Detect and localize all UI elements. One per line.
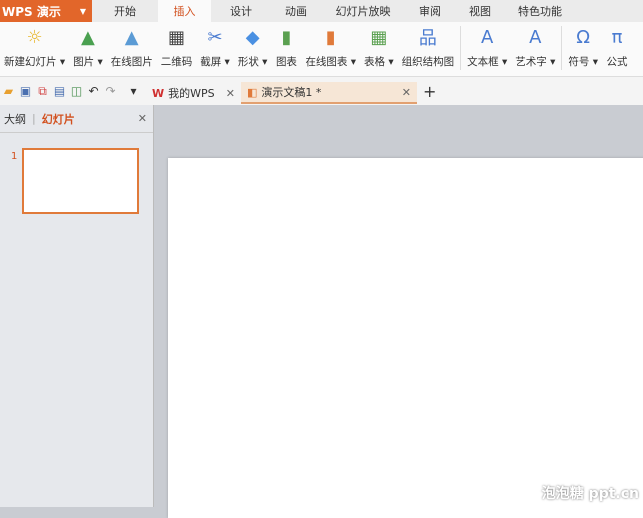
org-chart-icon: 品 [418, 28, 437, 49]
formula-button[interactable]: π 公式 [606, 26, 628, 69]
undo-icon[interactable]: ↶ [85, 84, 102, 98]
print-icon[interactable]: ▤ [51, 84, 68, 98]
export-pdf-icon[interactable]: ⧉ [34, 84, 51, 99]
button-label: 组织结构图 [401, 56, 455, 68]
slides-panel: 大纲 | 幻灯片 ✕ 1 [0, 105, 154, 507]
tab-6[interactable]: 视图 [455, 0, 505, 22]
tab-outline[interactable]: 大纲 [4, 111, 26, 127]
wordart-icon: A [529, 26, 542, 48]
slide-canvas[interactable] [168, 158, 643, 518]
button-label: 符号 ▾ [568, 56, 598, 68]
close-icon[interactable]: ✕ [402, 86, 411, 99]
slide-thumbnail[interactable] [22, 148, 139, 214]
divider: | [32, 112, 36, 125]
shape-icon: ◆ [245, 26, 260, 48]
divider [460, 26, 462, 70]
app-menu-button[interactable]: WPS 演示 ▼ [0, 0, 92, 22]
textbox-icon: A [481, 26, 494, 48]
tab-label: 演示文稿1 * [261, 86, 322, 99]
save-icon[interactable]: ▣ [17, 84, 34, 98]
customize-icon[interactable]: ▾ [125, 84, 142, 98]
button-label: 表格 ▾ [364, 56, 394, 68]
chart-icon: ▮ [281, 26, 292, 48]
tab-0[interactable]: 开始 [92, 0, 158, 22]
online-chart-icon: ▮ [325, 26, 336, 48]
slide-number: 1 [11, 151, 18, 162]
qrcode-button[interactable]: ▦ 二维码 [161, 26, 193, 69]
table-icon: ▦ [370, 26, 388, 48]
button-label: 在线图片 [110, 56, 153, 68]
org-chart-button[interactable]: 品组织结构图 [402, 26, 455, 69]
tab-slides[interactable]: 幻灯片 [42, 111, 75, 127]
presentation-file-icon: ◧ [247, 85, 258, 99]
screenshot-button[interactable]: ✂ 截屏 ▾ [200, 26, 230, 69]
online-chart-button[interactable]: ▮ 在线图表 ▾ [305, 26, 356, 69]
print-preview-icon[interactable]: ◫ [68, 84, 85, 98]
tab-5[interactable]: 审阅 [405, 0, 455, 22]
tab-7[interactable]: 特色功能 [505, 0, 575, 22]
online-picture-button[interactable]: ▲ 在线图片 [111, 26, 153, 69]
redo-icon[interactable]: ↷ [102, 84, 119, 98]
button-label: 公式 [606, 56, 628, 68]
symbol-icon: Ω [576, 26, 591, 48]
button-label: 艺术字 ▾ [515, 56, 556, 68]
textbox-button[interactable]: A 文本框 ▾ [467, 26, 507, 69]
button-label: 形状 ▾ [237, 56, 268, 68]
shape-button[interactable]: ◆ 形状 ▾ [238, 26, 268, 69]
quick-access-toolbar: ▰ ▣ ⧉ ▤ ◫ ↶ ↷ ▾ W 我的WPS ✕ ◧ 演示文稿1 * ✕ + [0, 77, 643, 105]
qrcode-icon: ▦ [167, 26, 185, 48]
watermark: 泡泡糖 ppt.cn [541, 486, 639, 502]
button-label: 在线图表 ▾ [305, 56, 357, 68]
table-button[interactable]: ▦ 表格 ▾ [364, 26, 394, 69]
close-icon[interactable]: ✕ [226, 87, 235, 100]
chevron-down-icon: ▼ [79, 6, 86, 16]
picture-button[interactable]: ▲ 图片 ▾ [73, 26, 103, 69]
button-label: 新建幻灯片 ▾ [4, 56, 66, 68]
online-picture-icon: ▲ [124, 26, 139, 48]
new-slide-button[interactable]: ☼ 新建幻灯片 ▾ [4, 26, 65, 69]
screenshot-icon: ✂ [207, 26, 223, 48]
wordart-button[interactable]: A 艺术字 ▾ [515, 26, 555, 69]
tab-document[interactable]: ◧ 演示文稿1 * ✕ [241, 82, 417, 104]
ribbon-insert: ☼ 新建幻灯片 ▾ ▲ 图片 ▾ ▲ 在线图片 ▦ 二维码 ✂ 截屏 ▾ ◆ 形状 ▾ ▮ 图表 ▮ 在线图表… [0, 22, 643, 77]
wps-logo-icon: W [152, 86, 165, 100]
tab-label: 我的WPS [168, 87, 215, 100]
tab-1[interactable]: 插入 [158, 0, 211, 22]
button-label: 图表 [275, 56, 297, 68]
button-label: 截屏 ▾ [200, 56, 230, 68]
button-label: 二维码 [160, 56, 193, 68]
picture-icon: ▲ [80, 26, 95, 48]
new-slide-icon: ☼ [26, 26, 43, 48]
new-tab-icon[interactable]: + [423, 82, 436, 101]
formula-icon: π [611, 26, 623, 48]
close-icon[interactable]: ✕ [138, 112, 147, 125]
divider [561, 26, 563, 70]
tab-3[interactable]: 动画 [271, 0, 321, 22]
tab-2[interactable]: 设计 [211, 0, 271, 22]
chart-button[interactable]: ▮ 图表 [275, 26, 297, 69]
menu-bar: WPS 演示 ▼ 开始 插入 设计 动画 幻灯片放映 审阅 视图 特色功能 [0, 0, 643, 22]
tab-my-wps[interactable]: W 我的WPS ✕ [146, 82, 241, 104]
app-name: WPS 演示 [2, 4, 61, 19]
open-icon[interactable]: ▰ [0, 84, 17, 98]
symbol-button[interactable]: Ω 符号 ▾ [568, 26, 598, 69]
tab-4[interactable]: 幻灯片放映 [321, 0, 405, 22]
button-label: 图片 ▾ [73, 56, 103, 68]
button-label: 文本框 ▾ [467, 56, 508, 68]
